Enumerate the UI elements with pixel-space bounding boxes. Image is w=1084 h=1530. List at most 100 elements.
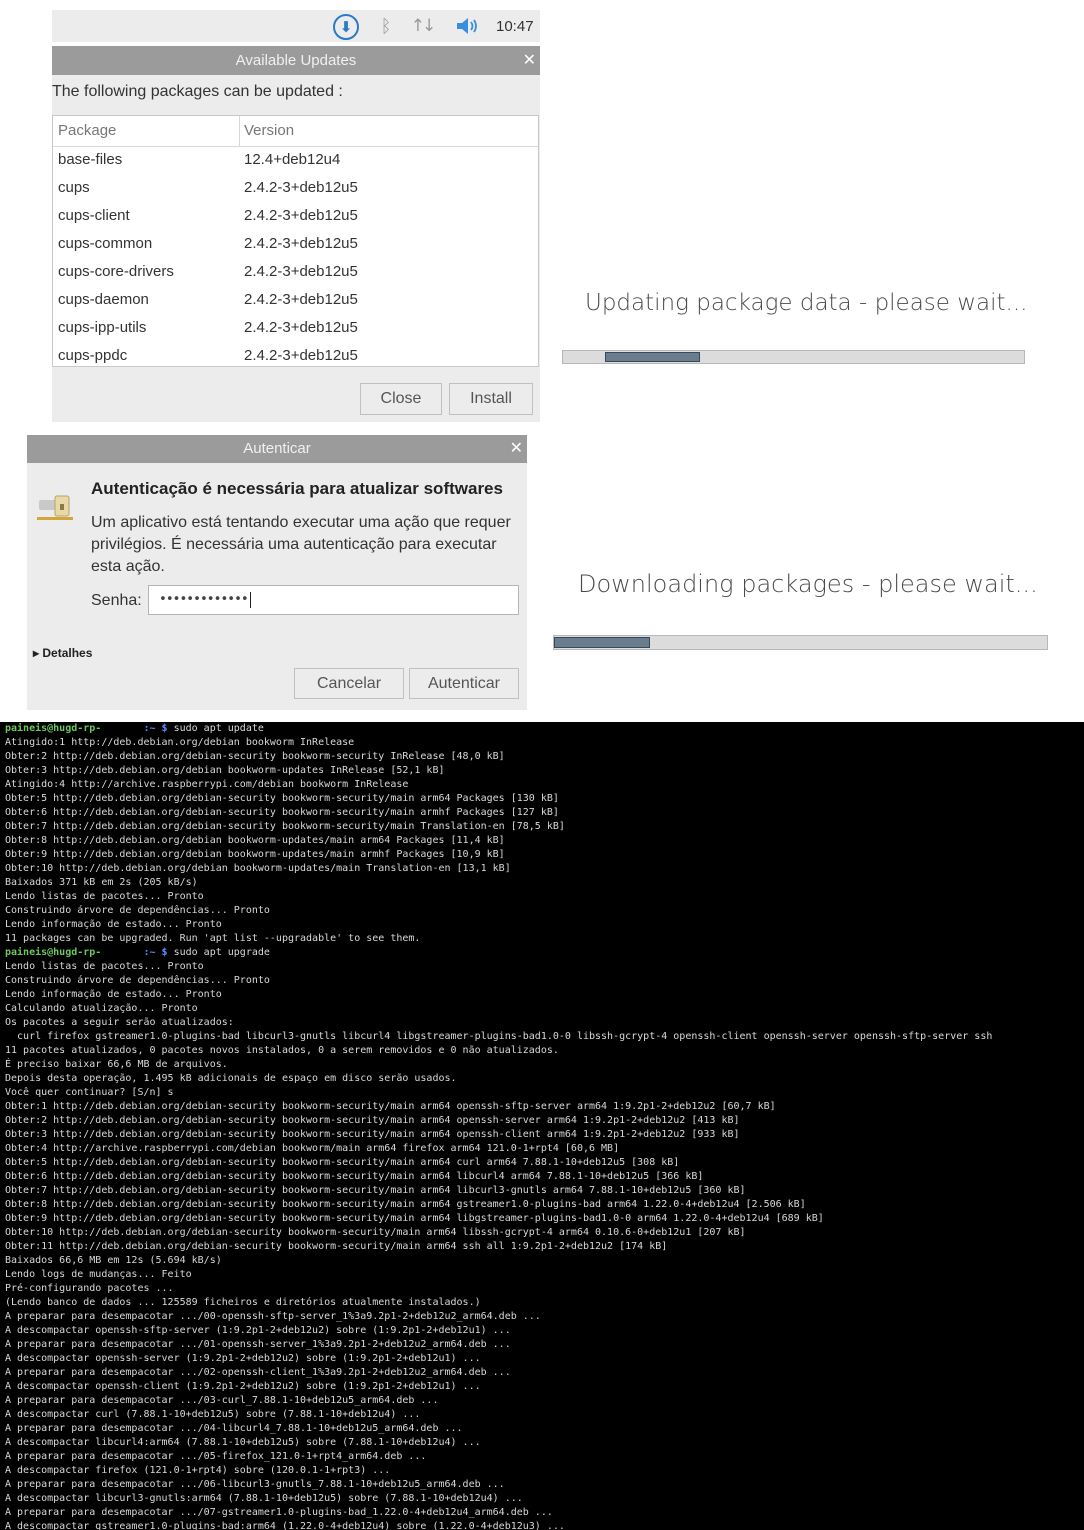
terminal-line: Obter:7 http://deb.debian.org/debian-sec… — [5, 821, 565, 832]
terminal-line: A preparar para desempacotar .../03-curl… — [5, 1395, 439, 1406]
terminal-line: A preparar para desempacotar .../02-open… — [5, 1367, 511, 1378]
package-table[interactable]: Package Version base-files 12.4+deb12u4 c… — [52, 115, 539, 367]
package-version: 2.4.2-3+deb12u5 — [244, 179, 358, 196]
terminal-line: A descompactar openssh-server (1:9.2p1-2… — [5, 1353, 481, 1364]
text-caret — [249, 591, 251, 608]
taskbar: ⬇ ᛒ ↑↓ 10:47 — [52, 10, 540, 42]
terminal-line: Construindo árvore de dependências... Pr… — [5, 975, 270, 986]
column-header-version[interactable]: Version — [244, 122, 294, 139]
package-version: 2.4.2-3+deb12u5 — [244, 319, 358, 336]
password-field[interactable]: ••••••••••••• — [148, 585, 519, 615]
terminal-line: Obter:1 http://deb.debian.org/debian-sec… — [5, 1101, 776, 1112]
downloading-progress-bar — [553, 635, 1048, 650]
table-row[interactable]: cups 2.4.2-3+deb12u5 — [53, 175, 538, 203]
terminal-window[interactable]: paineis@hugd-rp- :~ $ sudo apt update Ati… — [0, 722, 1084, 1530]
cancel-button[interactable]: Cancelar — [294, 668, 404, 699]
prompt-path: :~ $ — [101, 723, 168, 734]
terminal-line: Obter:4 http://archive.raspberrypi.com/d… — [5, 1143, 620, 1154]
terminal-line: Obter:10 http://deb.debian.org/debian-se… — [5, 1227, 746, 1238]
dialog-titlebar[interactable]: Autenticar ✕ — [27, 435, 527, 463]
terminal-line: A preparar para desempacotar .../05-fire… — [5, 1451, 427, 1462]
terminal-line: A preparar para desempacotar .../06-libc… — [5, 1479, 505, 1490]
terminal-line: A preparar para desempacotar .../00-open… — [5, 1311, 541, 1322]
prompt-user: paineis@hugd-rp- — [5, 723, 102, 734]
table-row[interactable]: cups-ipp-utils 2.4.2-3+deb12u5 — [53, 315, 538, 343]
terminal-line: Depois desta operação, 1.495 kB adiciona… — [5, 1073, 457, 1084]
network-icon[interactable]: ↑↓ — [409, 15, 437, 37]
clock[interactable]: 10:47 — [496, 18, 534, 35]
terminal-line: Obter:8 http://deb.debian.org/debian boo… — [5, 835, 505, 846]
package-version: 2.4.2-3+deb12u5 — [244, 235, 358, 252]
updating-progress-pulse — [605, 352, 700, 362]
auth-heading: Autenticação é necessária para atualizar… — [91, 479, 503, 498]
authenticate-button[interactable]: Autenticar — [409, 668, 519, 699]
terminal-line: Os pacotes a seguir serão atualizados: — [5, 1017, 234, 1028]
install-button[interactable]: Install — [449, 383, 533, 415]
terminal-line: Obter:2 http://deb.debian.org/debian-sec… — [5, 751, 505, 762]
package-name: base-files — [58, 151, 123, 168]
dialog-titlebar[interactable]: Available Updates ✕ — [52, 46, 540, 75]
terminal-line: Você quer continuar? [S/n] s — [5, 1087, 174, 1098]
password-dots: ••••••••••••• — [159, 592, 249, 607]
package-version: 2.4.2-3+deb12u5 — [244, 291, 358, 308]
available-updates-dialog: Available Updates ✕ The following packag… — [52, 46, 540, 422]
table-row[interactable]: base-files 12.4+deb12u4 — [53, 147, 538, 175]
close-icon[interactable]: ✕ — [523, 46, 536, 75]
package-version: 12.4+deb12u4 — [244, 151, 341, 168]
terminal-line: Atingido:4 http://archive.raspberrypi.co… — [5, 779, 409, 790]
terminal-prompt-line: paineis@hugd-rp- :~ $ sudo apt update — [0, 722, 1084, 736]
package-name: cups-client — [58, 207, 130, 224]
terminal-line: Obter:9 http://deb.debian.org/debian-sec… — [5, 1213, 824, 1224]
terminal-line: Obter:10 http://deb.debian.org/debian bo… — [5, 863, 511, 874]
column-separator — [239, 116, 240, 146]
terminal-line: Lendo informação de estado... Pronto — [5, 989, 222, 1000]
terminal-prompt-line: paineis@hugd-rp- :~ $ sudo apt upgrade — [0, 946, 1084, 960]
table-row[interactable]: cups-daemon 2.4.2-3+deb12u5 — [53, 287, 538, 315]
package-version: 2.4.2-3+deb12u5 — [244, 263, 358, 280]
column-header-package[interactable]: Package — [58, 122, 116, 139]
package-name: cups-ipp-utils — [58, 319, 147, 336]
terminal-line: A descompactar libcurl3-gnutls:arm64 (7.… — [5, 1493, 523, 1504]
terminal-line: Baixados 371 kB em 2s (205 kB/s) — [5, 877, 198, 888]
prompt-command: sudo apt update — [167, 723, 264, 734]
terminal-line: A descompactar libcurl4:arm64 (7.88.1-10… — [5, 1437, 481, 1448]
prompt-user: paineis@hugd-rp- — [5, 947, 102, 958]
prompt-path: :~ $ — [101, 947, 168, 958]
downloading-progress-pulse — [554, 637, 650, 648]
terminal-line: Atingido:1 http://deb.debian.org/debian … — [5, 737, 355, 748]
terminal-line: Obter:2 http://deb.debian.org/debian-sec… — [5, 1115, 740, 1126]
close-icon[interactable]: ✕ — [510, 435, 523, 463]
package-name: cups-common — [58, 235, 153, 252]
table-row[interactable]: cups-ppdc 2.4.2-3+deb12u5 — [53, 343, 538, 366]
terminal-line: Obter:11 http://deb.debian.org/debian-se… — [5, 1241, 668, 1252]
terminal-line: A preparar para desempacotar .../01-open… — [5, 1339, 511, 1350]
prompt-command: sudo apt upgrade — [167, 947, 270, 958]
terminal-line: Obter:3 http://deb.debian.org/debian boo… — [5, 765, 445, 776]
download-icon[interactable]: ⬇ — [333, 14, 359, 40]
terminal-line: A descompactar openssh-sftp-server (1:9.… — [5, 1325, 511, 1336]
volume-icon[interactable] — [452, 15, 486, 37]
volume-icon-svg — [457, 18, 477, 34]
close-button[interactable]: Close — [360, 383, 442, 415]
keys-icon — [37, 495, 73, 520]
details-expander[interactable]: ▸ Detalhes — [33, 646, 92, 660]
terminal-line: 11 packages can be upgraded. Run 'apt li… — [5, 933, 421, 944]
terminal-line: A descompactar openssh-client (1:9.2p1-2… — [5, 1381, 481, 1392]
updating-progress-bar — [562, 350, 1025, 364]
updates-intro: The following packages can be updated : — [52, 83, 343, 100]
bluetooth-icon[interactable]: ᛒ — [377, 15, 395, 37]
table-row[interactable]: cups-client 2.4.2-3+deb12u5 — [53, 203, 538, 231]
terminal-line: Lendo informação de estado... Pronto — [5, 919, 222, 930]
terminal-line: Obter:6 http://deb.debian.org/debian-sec… — [5, 1171, 704, 1182]
table-row[interactable]: cups-core-drivers 2.4.2-3+deb12u5 — [53, 259, 538, 287]
package-name: cups-ppdc — [58, 347, 128, 364]
terminal-line: (Lendo banco de dados ... 125589 ficheir… — [5, 1297, 481, 1308]
terminal-line: Construindo árvore de dependências... Pr… — [5, 905, 270, 916]
terminal-line: A descompactar curl (7.88.1-10+deb12u5) … — [5, 1409, 421, 1420]
terminal-line: Obter:8 http://deb.debian.org/debian-sec… — [5, 1199, 806, 1210]
terminal-line: 11 pacotes atualizados, 0 pacotes novos … — [5, 1045, 559, 1056]
table-row[interactable]: cups-common 2.4.2-3+deb12u5 — [53, 231, 538, 259]
terminal-line: Obter:5 http://deb.debian.org/debian-sec… — [5, 1157, 680, 1168]
terminal-line: Obter:9 http://deb.debian.org/debian boo… — [5, 849, 505, 860]
authentication-dialog: Autenticar ✕ Autenticação é necessária p… — [27, 435, 527, 710]
